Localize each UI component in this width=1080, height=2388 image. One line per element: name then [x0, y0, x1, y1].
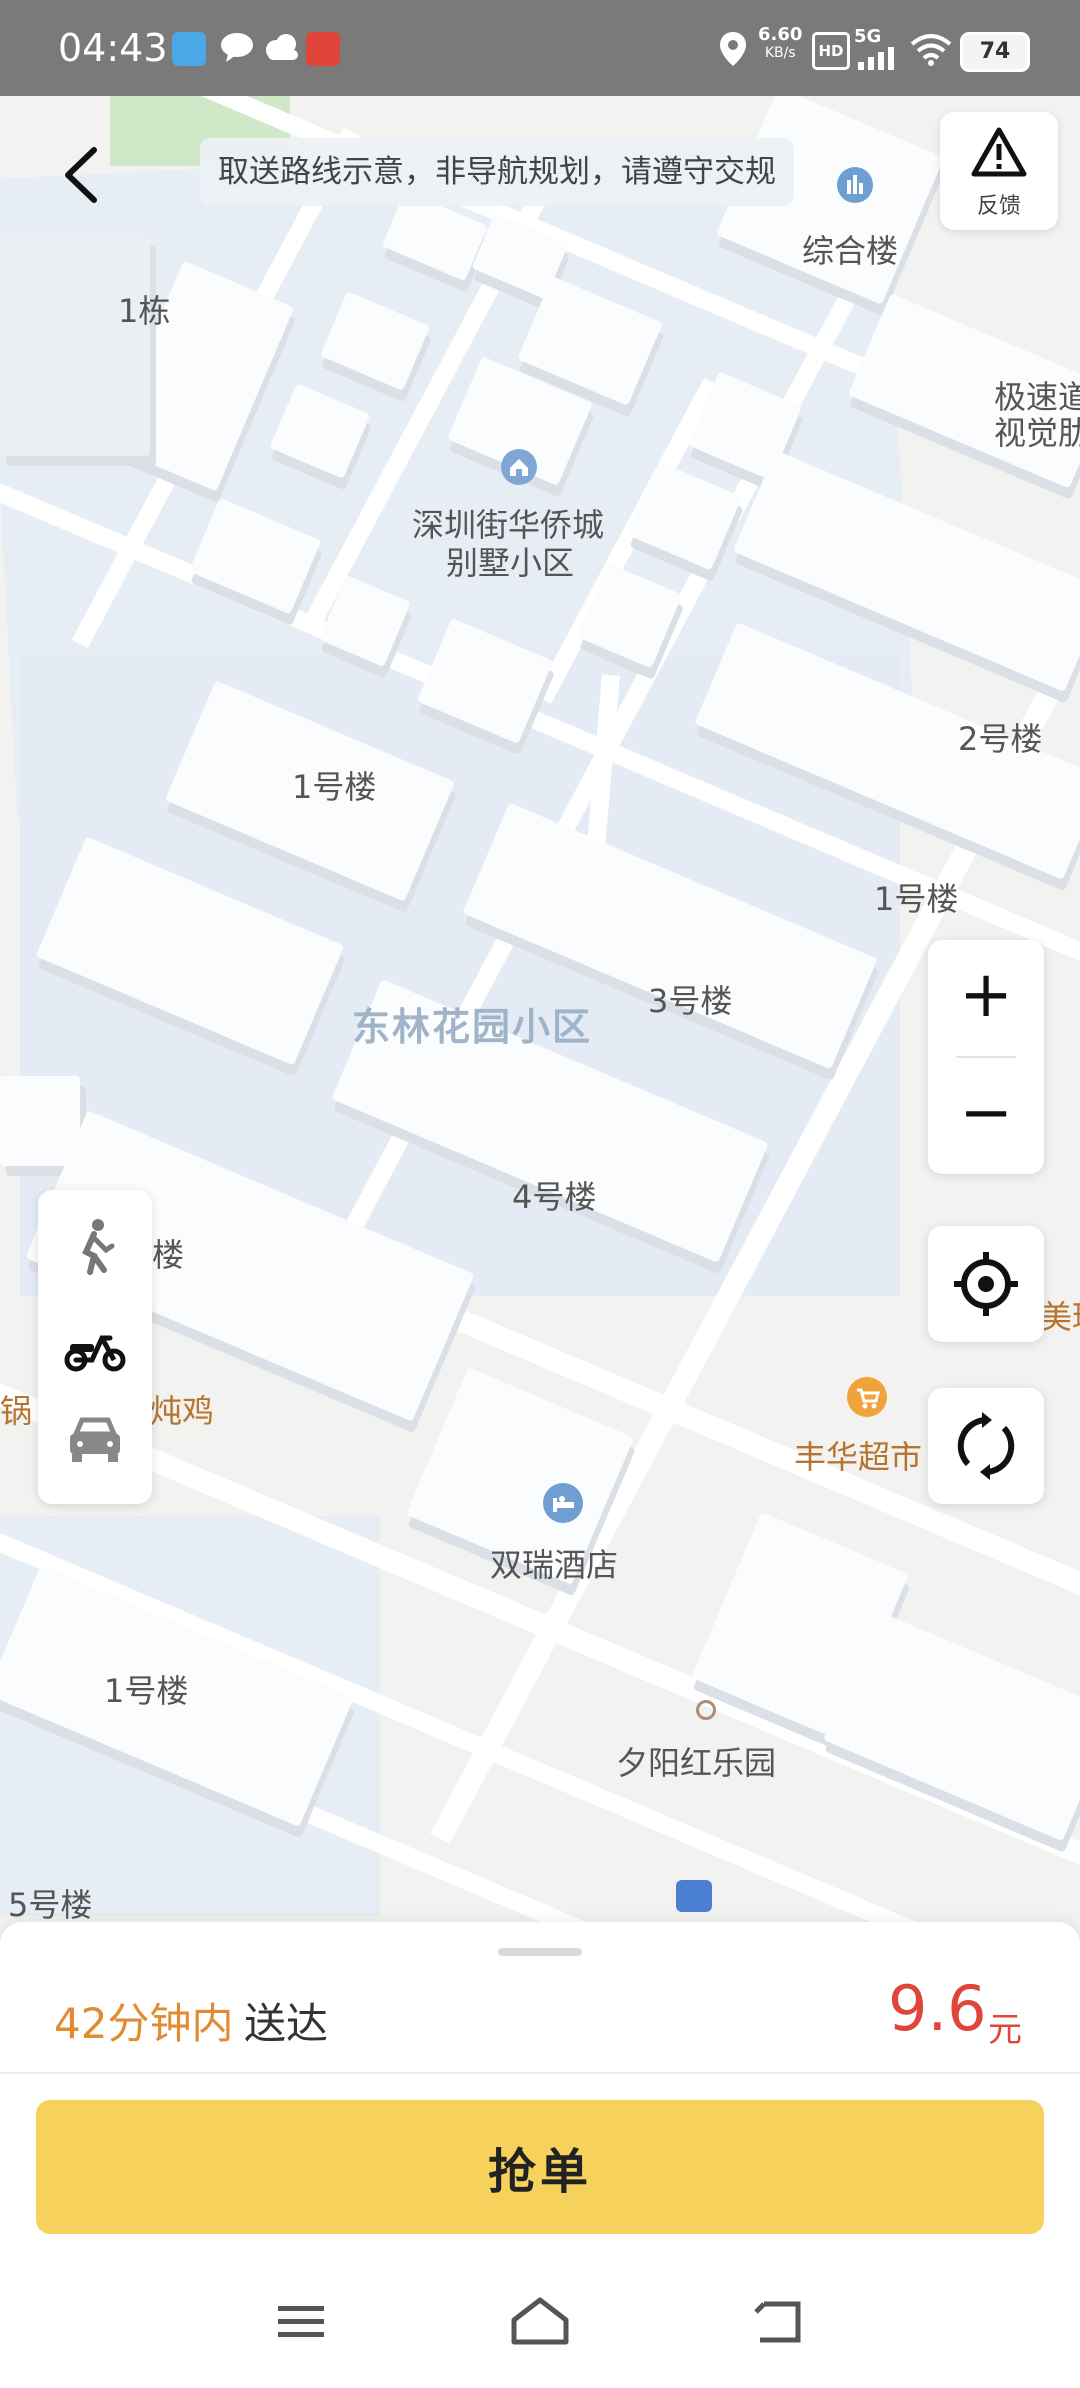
- app-notification-icon: [172, 32, 206, 66]
- walk-mode-button[interactable]: [64, 1216, 126, 1282]
- map-label-fenghua: 丰华超市: [794, 1438, 923, 1476]
- network-speed: 6.60 KB/s: [758, 26, 802, 62]
- grab-order-button[interactable]: 抢单: [36, 2100, 1044, 2234]
- map-label-xiyang: 夕阳红乐园: [616, 1744, 777, 1782]
- refresh-icon: [957, 1412, 1015, 1480]
- back-arrow-icon: [65, 147, 97, 203]
- feedback-button[interactable]: 反馈: [940, 112, 1058, 230]
- map-label-building: 1栋: [118, 292, 171, 330]
- cloud-icon: [262, 32, 302, 66]
- map-label-shuangrui: 双瑞酒店: [490, 1546, 619, 1584]
- system-nav-bar: [0, 2260, 1080, 2388]
- warning-icon: [971, 127, 1027, 177]
- status-bar: 04:43 6.60 KB/s HD 5G 74: [0, 0, 1080, 96]
- delivery-eta-suffix: 送达: [244, 1999, 329, 2048]
- refresh-button[interactable]: [928, 1388, 1044, 1504]
- map-view[interactable]: 1栋 综合楼 极速道 视觉肋 深圳街华侨城 别墅小区 2号楼 1号楼 1号楼 东…: [0, 96, 1080, 1926]
- back-nav-icon[interactable]: [752, 2298, 806, 2350]
- map-label-bldg-2: 2号楼: [958, 720, 1043, 758]
- map-label-bldg-3: 3号楼: [648, 982, 733, 1020]
- map-label-zonghe-lou: 综合楼: [802, 232, 899, 270]
- zoom-controls: + −: [928, 940, 1044, 1174]
- supermarket-icon: [846, 1376, 888, 1422]
- travel-mode-panel: [38, 1190, 152, 1504]
- battery-indicator: 74: [960, 32, 1030, 72]
- network-type: 5G: [854, 26, 882, 47]
- car-icon: [70, 1417, 120, 1462]
- order-price: 9.6: [888, 1972, 987, 2045]
- hotel-icon: [542, 1482, 584, 1528]
- map-label-bldg-4: 4号楼: [512, 1178, 597, 1216]
- map-label-donglin: 东林花园小区: [352, 1005, 593, 1049]
- crosshair-icon: [954, 1252, 1018, 1316]
- order-price-unit: 元: [988, 2010, 1022, 2050]
- sheet-drag-handle[interactable]: [498, 1948, 582, 1956]
- residential-icon: [500, 448, 538, 490]
- map-label-bldg-1-right: 1号楼: [874, 880, 959, 918]
- map-label-bldg-1: 1号楼: [292, 768, 377, 806]
- hd-badge: HD: [812, 32, 850, 70]
- park-marker-icon: [696, 1700, 716, 1720]
- delivery-eta: 42分钟内: [54, 1999, 234, 2048]
- bus-stop-icon: [676, 1880, 712, 1912]
- locate-button[interactable]: [928, 1226, 1044, 1342]
- sheet-divider: [0, 2072, 1080, 2074]
- back-button[interactable]: [50, 140, 120, 210]
- zoom-in-button[interactable]: +: [928, 940, 1044, 1056]
- wifi-icon: [910, 34, 952, 70]
- menu-icon[interactable]: [276, 2300, 326, 2348]
- map-label-huaqiaocheng-2: 别墅小区: [446, 544, 575, 582]
- location-icon: [718, 30, 748, 72]
- map-label-partial: 美琪: [1040, 1298, 1080, 1336]
- zoom-out-button[interactable]: −: [928, 1058, 1044, 1174]
- feedback-label: 反馈: [976, 194, 1021, 219]
- car-mode-button[interactable]: [62, 1410, 128, 1476]
- home-icon[interactable]: [508, 2296, 572, 2350]
- map-label-dunji: 炖鸡: [150, 1392, 215, 1430]
- status-time: 04:43: [58, 26, 168, 70]
- map-label-bldg-1-bottom: 1号楼: [104, 1672, 189, 1710]
- map-label-jisu-2: 视觉肋: [994, 414, 1080, 452]
- map-label-lou: 楼: [152, 1236, 185, 1274]
- scooter-mode-button[interactable]: [62, 1314, 128, 1380]
- message-icon: [218, 30, 256, 68]
- map-label-bldg-5: 5号楼: [8, 1886, 93, 1924]
- route-notice-banner: 取送路线示意，非导航规划，请遵守交规: [200, 138, 794, 206]
- walking-icon: [82, 1219, 115, 1275]
- app-mascot-icon: [306, 32, 340, 66]
- map-label-guo: 锅: [0, 1392, 33, 1430]
- network-speed-unit: KB/s: [764, 45, 796, 61]
- signal-icon: [856, 46, 904, 74]
- office-building-icon: [836, 166, 874, 208]
- scooter-icon: [64, 1335, 126, 1372]
- network-speed-value: 6.60: [758, 24, 803, 45]
